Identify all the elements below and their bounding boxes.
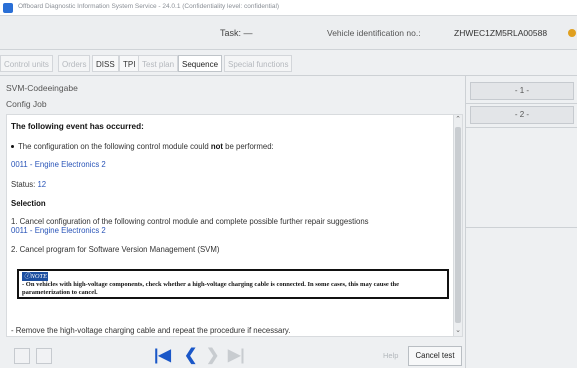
selection-divider [466, 127, 577, 128]
tab-sequence[interactable]: Sequence [178, 55, 223, 72]
vin-value: ZHWEC1ZM5RLA00588 [454, 28, 548, 38]
status-value: 12 [37, 180, 47, 189]
sequence-title: SVM-Codeeingabe [6, 83, 78, 93]
selection-panel: - 1 - - 2 - [465, 76, 577, 368]
selection-divider [466, 227, 577, 228]
app-icon [3, 3, 13, 13]
title-bar: Offboard Diagnostic Information System S… [0, 0, 577, 16]
status-label: Status: [11, 180, 38, 189]
tab-control-units: Control units [0, 55, 53, 72]
selection-divider [466, 103, 577, 104]
sequence-panel: SVM-Codeeingabe Config Job The following… [0, 76, 465, 368]
config-line-pre: The configuration on the following contr… [18, 142, 211, 151]
option-2[interactable]: 2. Cancel program for Software Version M… [11, 245, 219, 254]
bullet-icon [11, 145, 14, 149]
message-content: The following event has occurred: The co… [6, 114, 454, 337]
option-1[interactable]: 1. Cancel configuration of the following… [11, 217, 369, 226]
cancel-test-button[interactable]: Cancel test [408, 346, 462, 366]
module-link[interactable]: 0011 - Engine Electronics 2 [11, 160, 106, 169]
help-button: Help [383, 351, 399, 360]
task-label: Task: — [220, 28, 253, 38]
main-tabs: Control units Orders DISS TPI Test plan … [0, 52, 577, 74]
option-1-link[interactable]: 0011 - Engine Electronics 2 [11, 226, 106, 235]
search-document-icon[interactable] [36, 348, 52, 364]
status-line: Status: 12 [11, 180, 46, 189]
vin-label: Vehicle identification no.: [327, 28, 421, 38]
content-scrollbar[interactable]: ⌃ ⌄ [454, 114, 463, 337]
event-title: The following event has occurred: [11, 122, 144, 131]
first-step-icon[interactable]: |◀ [154, 347, 171, 365]
application-window: Offboard Diagnostic Information System S… [0, 0, 577, 368]
selection-button-2[interactable]: - 2 - [470, 106, 574, 124]
config-line-post: be performed: [223, 142, 274, 151]
scroll-up-icon[interactable]: ⌃ [454, 115, 462, 125]
next-step-icon: ❯ [206, 347, 220, 364]
bottom-toolbar: |◀ ❮ ❯ ▶| Help Cancel test [0, 342, 465, 368]
config-line: The configuration on the following contr… [11, 142, 274, 151]
previous-step-icon[interactable]: ❮ [184, 347, 197, 365]
tab-tpi[interactable]: TPI [119, 55, 140, 72]
sequence-subtitle: Config Job [6, 99, 47, 109]
last-step-icon: ▶| [228, 347, 245, 364]
selection-button-1[interactable]: - 1 - [470, 82, 574, 100]
remove-cable-line: - Remove the high-voltage charging cable… [11, 326, 291, 335]
note-box: ⓘNOTE - On vehicles with high-voltage co… [17, 269, 449, 299]
scrollbar-thumb[interactable] [455, 127, 461, 323]
document-icon[interactable] [14, 348, 30, 364]
tab-special-functions: Special functions [224, 55, 293, 72]
selection-title: Selection [11, 199, 46, 208]
tab-orders: Orders [58, 55, 91, 72]
note-tag: ⓘNOTE [22, 272, 48, 281]
note-text: - On vehicles with high-voltage componen… [22, 281, 400, 296]
note-tag-label: NOTE [30, 273, 48, 280]
scroll-down-icon[interactable]: ⌄ [454, 326, 462, 336]
window-title: Offboard Diagnostic Information System S… [18, 3, 280, 10]
tab-test-plan: Test plan [138, 55, 179, 72]
user-icon[interactable] [568, 29, 576, 37]
config-line-bold: not [210, 142, 223, 151]
tab-diss[interactable]: DISS [92, 55, 119, 72]
task-header: Task: — Vehicle identification no.: ZHWE… [0, 16, 577, 50]
